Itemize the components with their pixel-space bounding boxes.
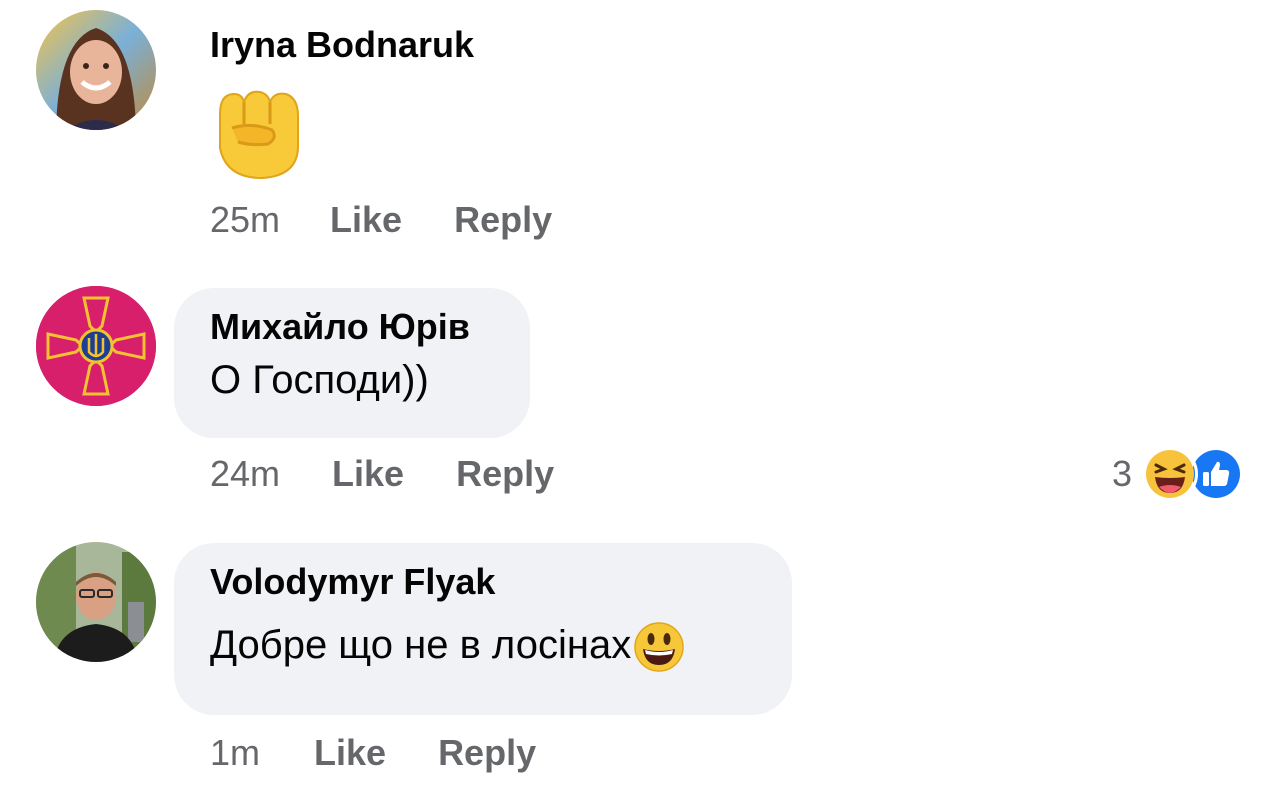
comment-author[interactable]: Михайло Юрів [210, 306, 494, 348]
comment-actions: 24m Like Reply [210, 452, 554, 496]
comment-author[interactable]: Volodymyr Flyak [210, 561, 756, 603]
comment-text: О Господи)) [210, 358, 429, 402]
comment-item: Volodymyr Flyak Добре що не в лосінах 1m… [0, 525, 1280, 793]
comment-text: Добре що не в лосінах [210, 623, 632, 667]
laughing-emoji [1142, 446, 1198, 502]
comment-actions: 1m Like Reply [210, 731, 536, 775]
like-button[interactable]: Like [330, 198, 402, 242]
reply-button[interactable]: Reply [454, 198, 552, 242]
comment-item: Iryna Bodnaruk 25m Like Reply [0, 0, 1280, 270]
comment-timestamp[interactable]: 1m [210, 731, 260, 775]
avatar[interactable] [36, 10, 156, 130]
avatar[interactable] [36, 542, 156, 662]
raised-fist-emoji [212, 84, 302, 180]
comment-timestamp[interactable]: 24m [210, 452, 280, 496]
reply-button[interactable]: Reply [438, 731, 536, 775]
reaction-summary[interactable]: 3 [1112, 446, 1244, 502]
comment-item: Михайло Юрів О Господи)) 24m Like Reply … [0, 270, 1280, 525]
comment-actions: 25m Like Reply [210, 198, 552, 242]
comment-timestamp[interactable]: 25m [210, 198, 280, 242]
like-button[interactable]: Like [332, 452, 404, 496]
reply-button[interactable]: Reply [456, 452, 554, 496]
avatar[interactable] [36, 286, 156, 406]
comment-author[interactable]: Iryna Bodnaruk [210, 24, 474, 66]
smiling-emoji [633, 621, 685, 673]
comment-thread: Iryna Bodnaruk 25m Like Reply Михайло Юр… [0, 0, 1280, 793]
like-button[interactable]: Like [314, 731, 386, 775]
reaction-count: 3 [1111, 453, 1132, 494]
comment-text-row: Добре що не в лосінах [210, 621, 756, 673]
comment-bubble: Volodymyr Flyak Добре що не в лосінах [174, 543, 792, 715]
comment-bubble: Михайло Юрів О Господи)) [174, 288, 530, 438]
